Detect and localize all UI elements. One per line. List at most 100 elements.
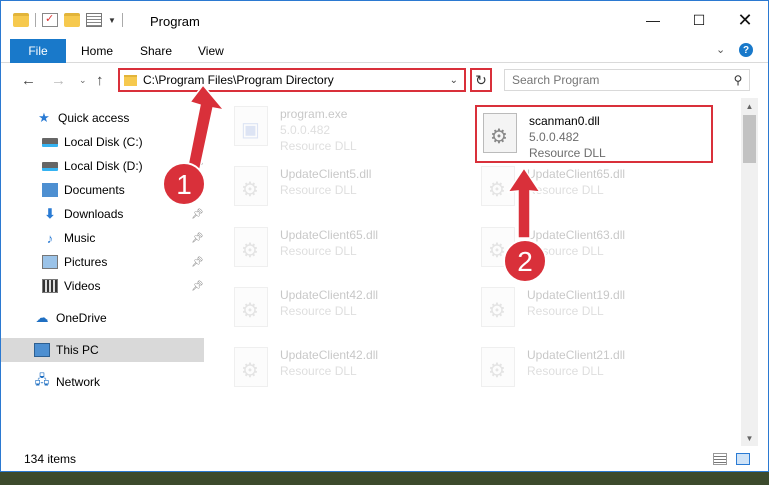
refresh-button[interactable]: ↻: [470, 68, 492, 92]
file-name: UpdateClient65.dll: [280, 228, 379, 242]
pin-icon[interactable]: 📌︎: [191, 281, 204, 292]
this-pc-icon: [34, 343, 50, 357]
expand-ribbon-icon[interactable]: ⌄: [716, 43, 725, 56]
pin-icon[interactable]: 📌︎: [191, 161, 204, 172]
tab-share[interactable]: Share: [140, 44, 172, 58]
search-box[interactable]: ⚲: [504, 69, 750, 91]
scroll-down-icon[interactable]: ▼: [741, 430, 758, 446]
sidebar-item-label: Quick access: [58, 111, 130, 125]
properties-check-icon[interactable]: [42, 12, 58, 27]
customize-dropdown-icon[interactable]: ▼: [108, 16, 116, 25]
dll-file-icon: [481, 227, 515, 267]
sidebar-item-local-disk-c[interactable]: Local Disk (C:): [1, 130, 204, 154]
sidebar-item-label: Network: [56, 375, 101, 389]
pictures-icon: [42, 255, 58, 269]
toolbar-divider: [121, 13, 123, 27]
explorer-window: ▼ Program — ☐ ✕ File Home Share View ⌄ ?…: [0, 0, 769, 472]
sidebar-item-this-pc[interactable]: This PC: [1, 338, 204, 362]
onedrive-icon: ☁: [35, 310, 49, 325]
file-type: Resource DLL: [280, 364, 357, 378]
forward-arrow-icon[interactable]: →: [51, 72, 66, 89]
scrollbar-thumb[interactable]: [743, 115, 756, 163]
file-item[interactable]: UpdateClient42.dll Resource DLL: [234, 347, 474, 395]
help-icon[interactable]: ?: [739, 43, 753, 57]
close-button[interactable]: ✕: [722, 1, 768, 39]
tab-home[interactable]: Home: [81, 44, 113, 58]
up-arrow-icon[interactable]: ↑: [96, 72, 104, 89]
file-name: program.exe: [280, 107, 348, 121]
file-type: Resource DLL: [280, 244, 357, 258]
star-icon: ★: [38, 110, 50, 125]
pin-icon[interactable]: 📌︎: [191, 233, 204, 244]
large-icons-view-icon[interactable]: [736, 453, 750, 465]
pin-icon[interactable]: 📌︎: [191, 185, 204, 196]
sidebar-item-music[interactable]: ♪ Music 📌︎: [1, 226, 204, 250]
file-item[interactable]: UpdateClient5.dll Resource DLL: [234, 166, 474, 214]
file-item[interactable]: UpdateClient65.dll Resource DLL: [481, 166, 721, 214]
file-name: UpdateClient42.dll: [280, 288, 379, 302]
item-count: 134 items: [24, 452, 77, 466]
file-name: UpdateClient19.dll: [527, 288, 626, 302]
pin-icon[interactable]: 📌︎: [191, 209, 204, 220]
videos-icon: [42, 279, 58, 293]
file-item[interactable]: UpdateClient65.dll Resource DLL: [234, 227, 474, 275]
sidebar-item-downloads[interactable]: ⬇ Downloads 📌︎: [1, 202, 204, 226]
file-type: Resource DLL: [527, 244, 604, 258]
address-dropdown-icon[interactable]: ⌄: [450, 75, 458, 86]
dll-file-icon: [234, 166, 268, 206]
tab-view[interactable]: View: [198, 44, 224, 58]
file-item[interactable]: UpdateClient19.dll Resource DLL: [481, 287, 721, 335]
disk-icon: [42, 137, 58, 147]
sidebar-item-documents[interactable]: Documents 📌︎: [1, 178, 204, 202]
file-item[interactable]: UpdateClient63.dll Resource DLL: [481, 227, 721, 275]
vertical-scrollbar[interactable]: ▲ ▼: [741, 98, 758, 446]
dll-file-icon: [234, 227, 268, 267]
navigation-bar: ← → ⌄ ↑ C:\Program Files\Program Directo…: [1, 64, 768, 98]
disk-icon: [42, 161, 58, 171]
file-type: Resource DLL: [527, 364, 604, 378]
maximize-button[interactable]: ☐: [676, 1, 722, 39]
file-item[interactable]: UpdateClient21.dll Resource DLL: [481, 347, 721, 395]
folder-icon[interactable]: [13, 13, 29, 27]
quick-access-toolbar: ▼: [13, 12, 123, 27]
dll-file-icon: [481, 347, 515, 387]
properties-icon[interactable]: [86, 13, 102, 27]
sidebar-item-quick-access[interactable]: ★ Quick access: [1, 106, 204, 130]
sidebar-item-onedrive[interactable]: ☁ OneDrive: [1, 306, 204, 330]
sidebar-item-videos[interactable]: Videos 📌︎: [1, 274, 204, 298]
details-view-icon[interactable]: [713, 453, 727, 465]
tab-file[interactable]: File: [10, 39, 66, 63]
pin-icon[interactable]: 📌︎: [191, 257, 204, 268]
status-bar: 134 items: [1, 447, 768, 471]
file-type: Resource DLL: [527, 304, 604, 318]
file-type: Resource DLL: [527, 183, 604, 197]
search-icon[interactable]: ⚲: [727, 73, 749, 87]
address-path[interactable]: C:\Program Files\Program Directory: [143, 73, 450, 87]
dll-file-icon: [483, 113, 517, 153]
recent-locations-dropdown-icon[interactable]: ⌄: [79, 75, 87, 86]
file-type: Resource DLL: [280, 183, 357, 197]
file-name: scanman0.dll: [529, 114, 600, 128]
new-folder-icon[interactable]: [64, 13, 80, 27]
file-name: UpdateClient63.dll: [527, 228, 626, 242]
search-input[interactable]: [505, 73, 727, 87]
dll-file-icon: [234, 287, 268, 327]
sidebar-item-network[interactable]: 🖧︎ Network: [1, 370, 204, 394]
documents-icon: [42, 183, 58, 197]
file-list: program.exe 5.0.0.482 Resource DLL Updat…: [209, 98, 741, 443]
sidebar-item-label: OneDrive: [56, 311, 107, 325]
sidebar-item-pictures[interactable]: Pictures 📌︎: [1, 250, 204, 274]
scroll-up-icon[interactable]: ▲: [741, 98, 758, 114]
title-bar: ▼ Program — ☐ ✕: [1, 1, 768, 39]
file-type: Resource DLL: [529, 146, 606, 160]
sidebar-item-local-disk-d[interactable]: Local Disk (D:) 📌︎: [1, 154, 204, 178]
dll-file-icon: [234, 347, 268, 387]
minimize-button[interactable]: —: [630, 1, 676, 39]
file-item-highlighted[interactable]: scanman0.dll 5.0.0.482 Resource DLL: [475, 105, 713, 163]
file-item[interactable]: program.exe 5.0.0.482 Resource DLL: [234, 106, 474, 154]
file-item[interactable]: UpdateClient42.dll Resource DLL: [234, 287, 474, 335]
sidebar-item-label: This PC: [56, 343, 99, 357]
sidebar-item-label: Pictures: [64, 255, 108, 269]
address-bar[interactable]: C:\Program Files\Program Directory ⌄: [118, 68, 466, 92]
back-arrow-icon[interactable]: ←: [21, 72, 36, 89]
